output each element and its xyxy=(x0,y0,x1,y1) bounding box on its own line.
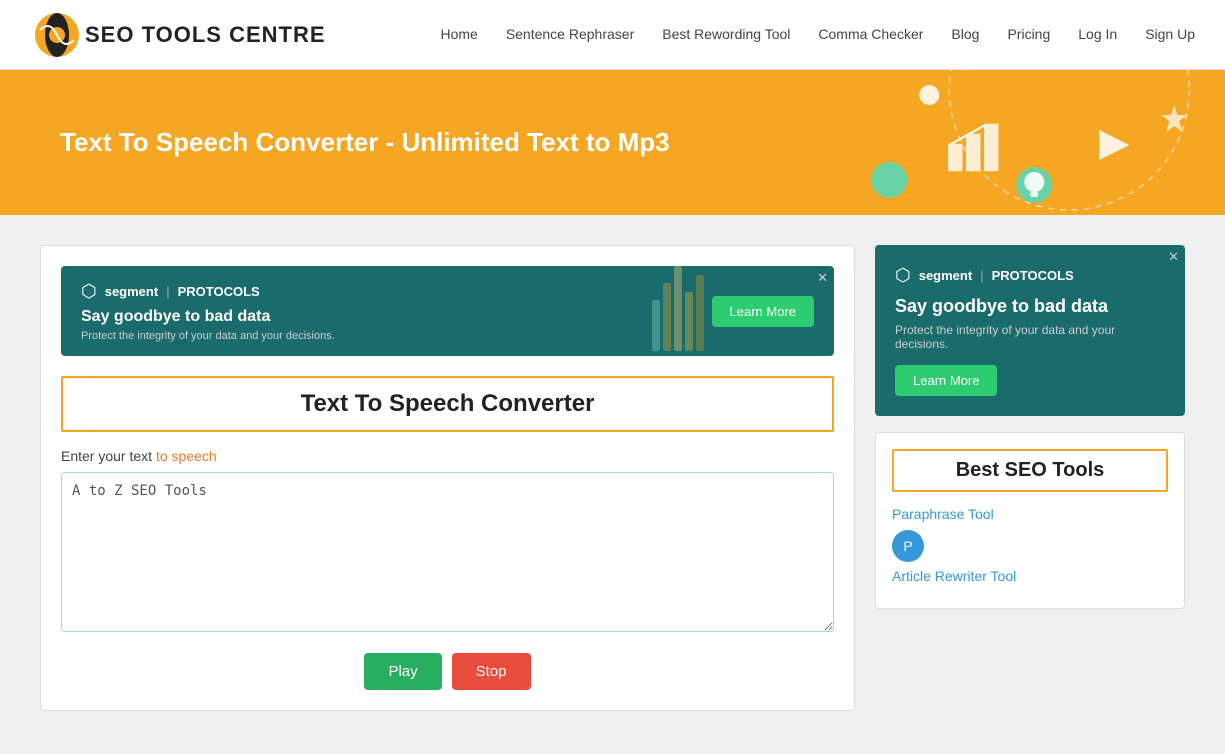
ad-separator: | xyxy=(166,284,169,299)
logo-text: SEO TOOLS CENTRE xyxy=(85,22,326,48)
ad-close-icon[interactable]: ✕ xyxy=(817,270,828,286)
logo-icon xyxy=(30,10,85,60)
ad-right-learn-more-button[interactable]: Learn More xyxy=(895,365,997,396)
ad-right-subtext: Protect the integrity of your data and y… xyxy=(895,323,1165,351)
paraphrase-tool-icon: P xyxy=(892,530,924,562)
nav-login[interactable]: Log In xyxy=(1078,26,1117,42)
ad-banner-right: ⬡ segment | PROTOCOLS Say goodbye to bad… xyxy=(875,245,1185,416)
stop-button[interactable]: Stop xyxy=(452,653,531,690)
best-seo-tools-box: Best SEO Tools Paraphrase Tool P Article… xyxy=(875,432,1185,609)
text-input[interactable]: A to Z SEO Tools xyxy=(61,472,834,632)
tool-title: Text To Speech Converter xyxy=(75,390,820,418)
nav-pricing[interactable]: Pricing xyxy=(1007,26,1050,42)
ad-protocols: PROTOCOLS xyxy=(178,284,260,299)
ad-headline: Say goodbye to bad data xyxy=(81,308,335,326)
ad-right-close-icon[interactable]: ✕ xyxy=(1168,249,1179,265)
ad-right-brand-row: ⬡ segment | PROTOCOLS xyxy=(895,265,1165,286)
nav-best-rewording-tool[interactable]: Best Rewording Tool xyxy=(662,26,790,42)
nav-comma-checker[interactable]: Comma Checker xyxy=(818,26,923,42)
article-rewriter-link[interactable]: Article Rewriter Tool xyxy=(892,568,1168,584)
hero-banner: Text To Speech Converter - Unlimited Tex… xyxy=(0,70,1225,215)
ad-banner-left: ⬡ segment | PROTOCOLS Say goodbye to bad… xyxy=(61,266,834,356)
hero-decoration xyxy=(613,70,1225,215)
ad-right-headline: Say goodbye to bad data xyxy=(895,296,1165,317)
nav-sentence-rephraser[interactable]: Sentence Rephraser xyxy=(506,26,634,42)
nav-signup[interactable]: Sign Up xyxy=(1145,26,1195,42)
ad-subtext: Protect the integrity of your data and y… xyxy=(81,330,335,342)
ad-brand-row: ⬡ segment | PROTOCOLS xyxy=(81,281,335,302)
play-button[interactable]: Play xyxy=(364,653,441,690)
textarea-label: Enter your text to speech xyxy=(61,448,834,464)
ad-right-protocols: PROTOCOLS xyxy=(992,268,1074,283)
nav-home[interactable]: Home xyxy=(440,26,477,42)
ad-right-brand-name: segment xyxy=(919,268,972,283)
label-highlight: to speech xyxy=(156,448,217,464)
ad-brand-name: segment xyxy=(105,284,158,299)
tool-title-box: Text To Speech Converter xyxy=(61,376,834,432)
best-tools-title: Best SEO Tools xyxy=(902,459,1158,482)
hero-title: Text To Speech Converter - Unlimited Tex… xyxy=(60,127,670,158)
ad-right-separator: | xyxy=(980,268,983,283)
right-column: ⬡ segment | PROTOCOLS Say goodbye to bad… xyxy=(875,245,1185,711)
nav-links: Home Sentence Rephraser Best Rewording T… xyxy=(440,26,1195,44)
best-tools-title-bar: Best SEO Tools xyxy=(892,449,1168,492)
logo-link[interactable]: SEO TOOLS CENTRE xyxy=(30,10,326,60)
ad-left-content: ⬡ segment | PROTOCOLS Say goodbye to bad… xyxy=(81,281,335,342)
left-column: ⬡ segment | PROTOCOLS Say goodbye to bad… xyxy=(40,245,855,711)
main-content: ⬡ segment | PROTOCOLS Say goodbye to bad… xyxy=(0,215,1225,741)
ad-learn-more-button[interactable]: Learn More xyxy=(712,296,814,327)
paraphrase-tool-icon-row: P xyxy=(892,530,1168,562)
paraphrase-tool-link[interactable]: Paraphrase Tool xyxy=(892,506,1168,522)
button-row: Play Stop xyxy=(61,653,834,690)
nav-blog[interactable]: Blog xyxy=(951,26,979,42)
navbar: SEO TOOLS CENTRE Home Sentence Rephraser… xyxy=(0,0,1225,70)
